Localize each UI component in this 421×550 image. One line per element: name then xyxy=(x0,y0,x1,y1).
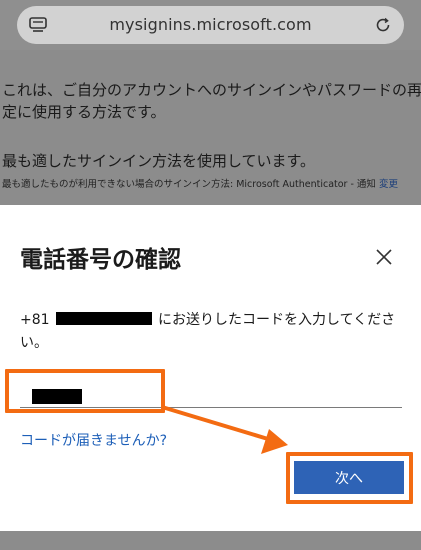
url-text: mysignins.microsoft.com xyxy=(109,15,312,34)
phone-prefix: +81 xyxy=(20,312,50,328)
redacted-phone-number xyxy=(56,312,152,325)
bg-default-method-text: 最も適したものが利用できない場合のサインイン方法: Microsoft Auth… xyxy=(2,179,376,190)
bg-text-line-1: これは、ご自分のアカウントへのサインインやパスワードの再設 xyxy=(2,81,421,99)
address-bar[interactable]: mysignins.microsoft.com xyxy=(17,6,404,44)
dialog-description: +81 にお送りしたコードを入力してください。 xyxy=(20,309,405,355)
background-page: これは、ご自分のアカウントへのサインインやパスワードの再設 定に使用する方法です… xyxy=(0,50,421,195)
arrow-annotation-icon xyxy=(161,405,288,454)
close-icon[interactable] xyxy=(372,245,396,269)
verify-phone-dialog: 電話番号の確認 +81 にお送りしたコードを入力してください。 コードが届きませ… xyxy=(0,205,421,531)
bg-text-line-3: 最も適したサインイン方法を使用しています。 xyxy=(2,152,316,170)
input-highlight-box xyxy=(5,369,165,413)
reload-icon[interactable] xyxy=(374,16,392,34)
bg-default-method: 最も適したものが利用できない場合のサインイン方法: Microsoft Auth… xyxy=(2,176,398,190)
next-button[interactable]: 次へ xyxy=(294,461,404,494)
dialog-title: 電話番号の確認 xyxy=(20,247,181,273)
browser-toolbar: mysignins.microsoft.com xyxy=(0,0,421,50)
bg-change-link[interactable]: 変更 xyxy=(379,179,398,190)
bg-text-line-2: 定に使用する方法です。 xyxy=(2,103,166,121)
no-code-link[interactable]: コードが届きませんか? xyxy=(20,430,167,450)
background-page-bottom xyxy=(0,531,421,550)
